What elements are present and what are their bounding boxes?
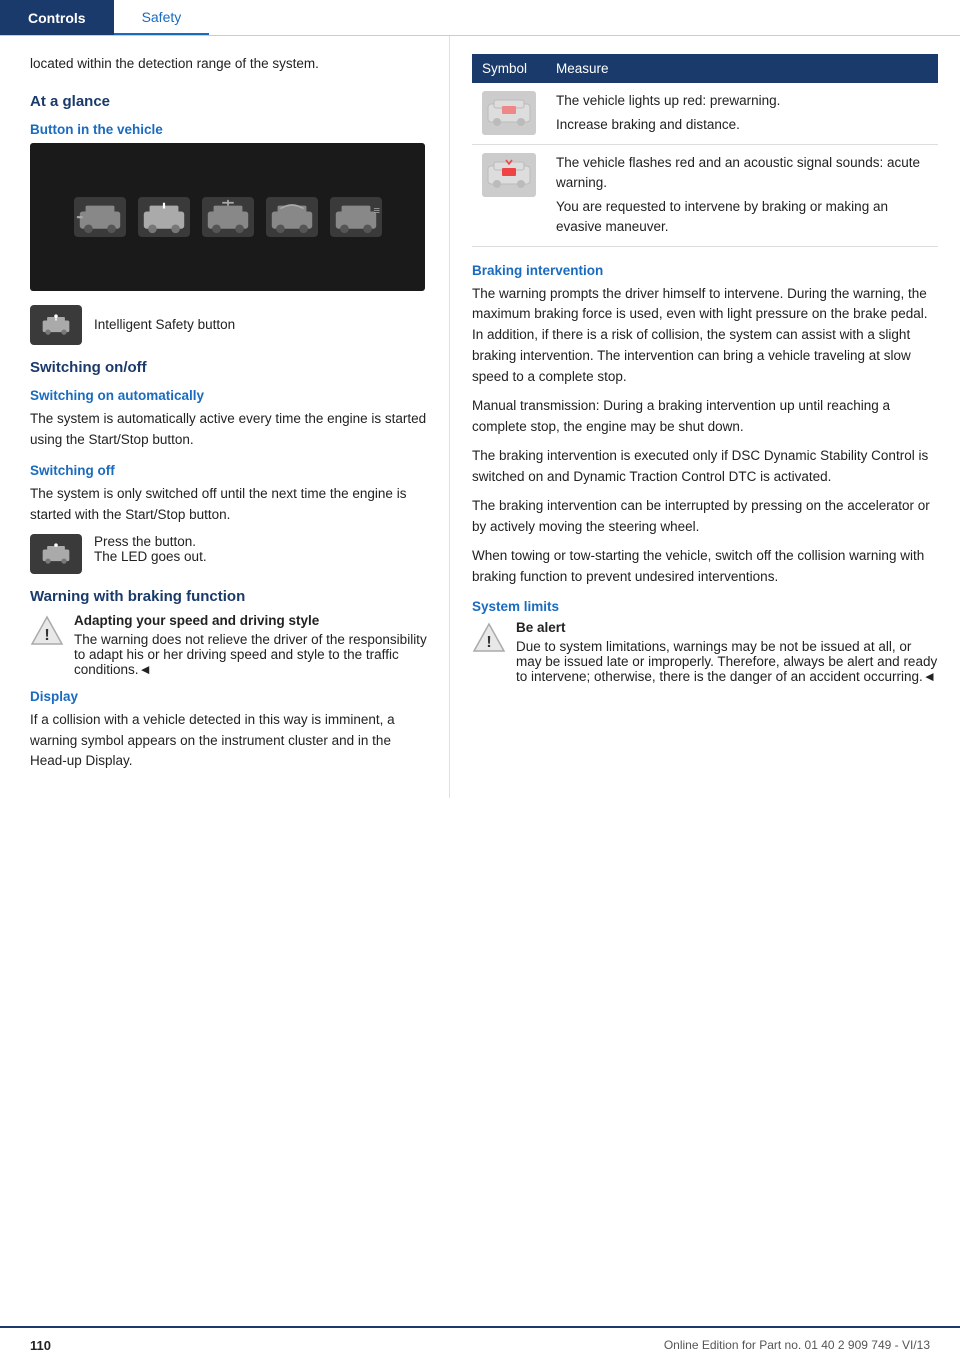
button-in-vehicle-heading: Button in the vehicle (30, 122, 427, 137)
table-header-measure: Measure (546, 54, 938, 83)
system-limits-text: Due to system limitations, warnings may … (516, 639, 938, 684)
page-number: 110 (30, 1338, 51, 1353)
warning-braking-row: ! Adapting your speed and driving style … (30, 613, 427, 677)
btn-icon-4 (266, 197, 318, 237)
table-row: The vehicle flashes red and an acoustic … (472, 144, 938, 246)
braking-text5: When towing or tow-starting the vehicle,… (472, 546, 938, 588)
led-goes-out-label: The LED goes out. (94, 549, 207, 564)
braking-text4: The braking intervention can be interrup… (472, 496, 938, 538)
vehicle-button-icons: ≡ (54, 187, 402, 247)
intelligent-safety-icon (30, 305, 82, 345)
warning-braking-heading: Warning with braking function (30, 588, 427, 605)
braking-text2: Manual transmission: During a braking in… (472, 396, 938, 438)
switching-on-auto-heading: Switching on automatically (30, 388, 427, 403)
measure-text-1: The vehicle lights up red: prewarning. I… (546, 83, 938, 144)
measure-line-2a: The vehicle flashes red and an acoustic … (556, 153, 928, 194)
switching-on-auto-text: The system is automatically active every… (30, 409, 427, 451)
braking-text1: The warning prompts the driver himself t… (472, 284, 938, 389)
system-limits-row: ! Be alert Due to system limitations, wa… (472, 620, 938, 684)
symbol-image-1 (482, 91, 536, 135)
table-row: The vehicle lights up red: prewarning. I… (472, 83, 938, 144)
left-column: located within the detection range of th… (0, 36, 450, 798)
part-info: Online Edition for Part no. 01 40 2 909 … (664, 1338, 930, 1352)
footer: 110 Online Edition for Part no. 01 40 2 … (0, 1326, 960, 1362)
btn-icon-2 (138, 197, 190, 237)
right-column: Symbol Measure (450, 36, 960, 798)
measure-line-1a: The vehicle lights up red: prewarning. (556, 91, 928, 111)
svg-text:!: ! (486, 634, 491, 651)
header-tabs: Controls Safety (0, 0, 960, 36)
intelligent-safety-row: Intelligent Safety button (30, 305, 427, 345)
press-button-text: Press the button. The LED goes out. (94, 534, 207, 564)
at-a-glance-heading: At a glance (30, 93, 427, 110)
intro-text: located within the detection range of th… (30, 54, 427, 75)
press-button-row: Press the button. The LED goes out. (30, 534, 427, 574)
table-header-symbol: Symbol (472, 54, 546, 83)
measure-line-2b: You are requested to intervene by brakin… (556, 197, 928, 238)
display-heading: Display (30, 689, 427, 704)
symbol-measure-table: Symbol Measure (472, 54, 938, 247)
press-button-icon (30, 534, 82, 574)
switching-off-text: The system is only switched off until th… (30, 484, 427, 526)
svg-text:!: ! (44, 627, 49, 644)
btn-icon-1 (74, 197, 126, 237)
symbol-cell-2 (472, 144, 546, 246)
warning-braking-text2: The warning does not relieve the driver … (74, 632, 427, 677)
tab-safety[interactable]: Safety (114, 0, 210, 35)
measure-line-1b: Increase braking and distance. (556, 115, 928, 135)
vehicle-image: ≡ (30, 143, 425, 291)
system-limits-icon-label: Be alert (516, 620, 938, 635)
tab-controls[interactable]: Controls (0, 0, 114, 35)
main-content: located within the detection range of th… (0, 36, 960, 798)
btn-icon-3 (202, 197, 254, 237)
braking-text3: The braking intervention is executed onl… (472, 446, 938, 488)
switching-off-heading: Switching off (30, 463, 427, 478)
measure-text-2: The vehicle flashes red and an acoustic … (546, 144, 938, 246)
intelligent-safety-label: Intelligent Safety button (94, 317, 235, 332)
warning-braking-content: Adapting your speed and driving style Th… (74, 613, 427, 677)
system-limits-heading: System limits (472, 599, 938, 614)
btn-icon-5: ≡ (330, 197, 382, 237)
switching-on-off-heading: Switching on/off (30, 359, 427, 376)
braking-intervention-heading: Braking intervention (472, 263, 938, 278)
press-button-label: Press the button. (94, 534, 207, 549)
symbol-image-2 (482, 153, 536, 197)
system-limits-content: Be alert Due to system limitations, warn… (516, 620, 938, 684)
warning-braking-text1: Adapting your speed and driving style (74, 613, 427, 628)
svg-text:≡: ≡ (373, 205, 380, 217)
system-limits-warning-icon: ! (472, 621, 506, 655)
symbol-cell-1 (472, 83, 546, 144)
display-text: If a collision with a vehicle detected i… (30, 710, 427, 773)
warning-triangle-icon: ! (30, 614, 64, 648)
